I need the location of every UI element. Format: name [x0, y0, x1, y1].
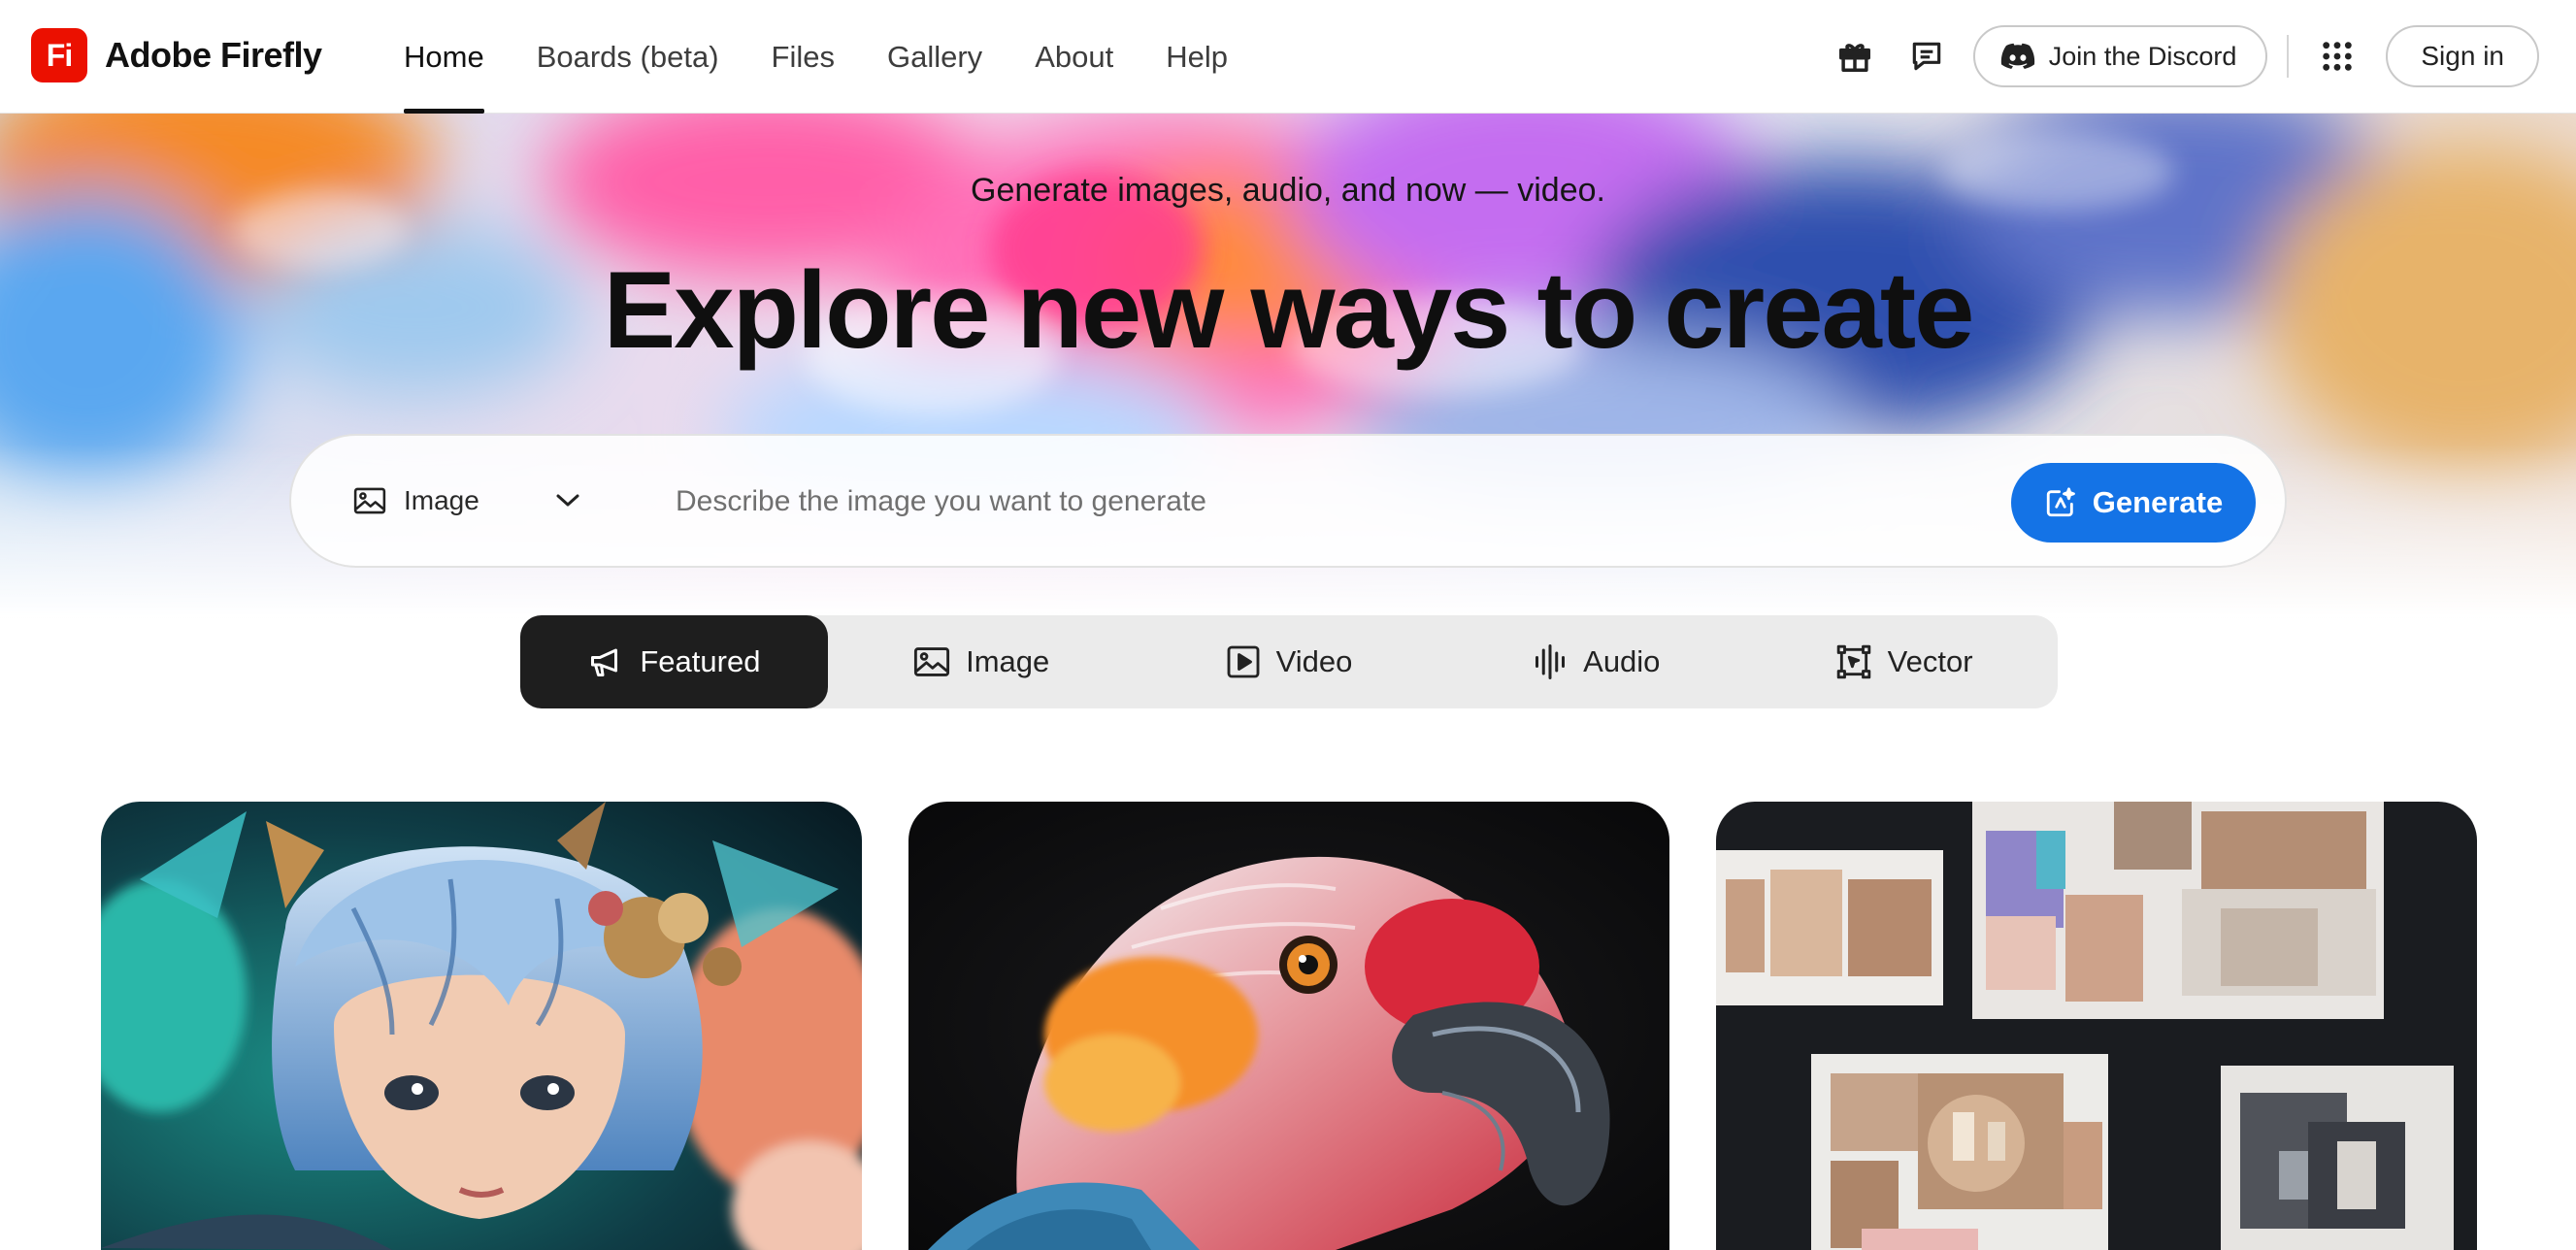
- discord-icon: [2000, 43, 2034, 69]
- discord-label: Join the Discord: [2048, 41, 2237, 71]
- media-type-dropdown[interactable]: Image: [353, 436, 580, 566]
- brand-home-link[interactable]: Fi Adobe Firefly: [31, 28, 322, 82]
- category-tabs: Featured Image Video Audio Vector: [520, 615, 2058, 708]
- generate-label: Generate: [2092, 485, 2224, 519]
- nav-home[interactable]: Home: [404, 0, 484, 114]
- media-type-label: Image: [404, 485, 479, 515]
- tab-video[interactable]: Video: [1136, 615, 1443, 708]
- vector-icon: [1836, 644, 1870, 679]
- nav-help[interactable]: Help: [1166, 0, 1228, 114]
- sign-in-button[interactable]: Sign in: [2386, 25, 2539, 87]
- moodboard-image: [1716, 802, 2477, 1250]
- image-icon: [353, 487, 386, 514]
- tab-featured[interactable]: Featured: [520, 615, 828, 708]
- hero-subtitle: Generate images, audio, and now — video.: [971, 172, 1605, 209]
- tab-audio[interactable]: Audio: [1442, 615, 1750, 708]
- nav-files[interactable]: Files: [772, 0, 835, 114]
- prompt-input[interactable]: [676, 473, 1879, 531]
- tab-video-label: Video: [1275, 644, 1353, 678]
- prompt-bar: Image Generate: [289, 434, 2287, 568]
- tab-vector[interactable]: Vector: [1750, 615, 2058, 708]
- join-discord-button[interactable]: Join the Discord: [1972, 25, 2268, 87]
- brand-name: Adobe Firefly: [105, 35, 322, 75]
- apps-grid-icon[interactable]: [2308, 27, 2366, 85]
- parrot-image: [908, 802, 1669, 1250]
- play-icon: [1227, 645, 1260, 678]
- gallery-card-parrot[interactable]: [908, 802, 1669, 1250]
- image-icon: [914, 647, 950, 676]
- nav-gallery[interactable]: Gallery: [887, 0, 982, 114]
- chevron-down-icon: [556, 494, 579, 507]
- hero-title: Explore new ways to create: [603, 249, 1975, 371]
- gift-icon[interactable]: [1826, 27, 1884, 85]
- gallery-card-moodboard[interactable]: [1716, 802, 2477, 1250]
- hero-banner: Generate images, audio, and now — video.…: [0, 114, 2576, 618]
- tab-audio-label: Audio: [1583, 644, 1661, 678]
- nav-about[interactable]: About: [1035, 0, 1113, 114]
- header-actions: Join the Discord Sign in: [1826, 25, 2539, 87]
- chat-bubble-icon[interactable]: [1898, 27, 1956, 85]
- child-portrait-image: [101, 802, 862, 1250]
- firefly-logo-icon: Fi: [31, 28, 87, 82]
- tab-vector-label: Vector: [1887, 644, 1973, 678]
- tab-image[interactable]: Image: [828, 615, 1136, 708]
- generate-button[interactable]: Generate: [2011, 463, 2256, 543]
- generate-sparkle-icon: [2046, 487, 2075, 517]
- main-nav: Home Boards (beta) Files Gallery About H…: [404, 0, 1228, 114]
- megaphone-icon: [591, 648, 618, 676]
- tab-featured-label: Featured: [640, 644, 761, 678]
- waveform-icon: [1536, 644, 1566, 679]
- nav-boards[interactable]: Boards (beta): [537, 0, 719, 114]
- tab-image-label: Image: [966, 644, 1050, 678]
- gallery-card-child-portrait[interactable]: [101, 802, 862, 1250]
- top-navigation-bar: Fi Adobe Firefly Home Boards (beta) File…: [0, 0, 2576, 114]
- header-divider: [2287, 35, 2290, 78]
